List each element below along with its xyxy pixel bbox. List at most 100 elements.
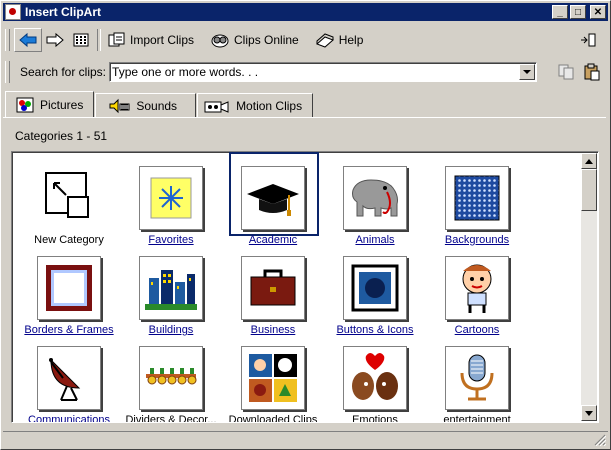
downloaded-clips-icon xyxy=(241,346,305,410)
pictures-icon xyxy=(16,97,34,112)
tab-sounds-label: Sounds xyxy=(136,98,178,113)
clips-online-button[interactable]: Clips Online xyxy=(206,28,303,52)
scroll-up-button[interactable] xyxy=(581,153,597,169)
insert-clipart-window: Insert ClipArt _ □ ✕ Import Clips Clips … xyxy=(0,0,611,450)
category-label: Academic xyxy=(248,234,298,246)
forward-arrow-icon xyxy=(46,32,64,48)
tab-motion-clips[interactable]: Motion Clips xyxy=(197,93,314,117)
toolbar-separator xyxy=(97,29,101,51)
view-toggle-button[interactable] xyxy=(68,28,94,52)
category-buttons-icons[interactable]: Buttons & Icons xyxy=(327,246,423,336)
category-label: Buttons & Icons xyxy=(336,324,414,336)
frame-icon xyxy=(37,256,101,320)
category-favorites[interactable]: Favorites xyxy=(123,156,219,246)
category-business[interactable]: Business xyxy=(225,246,321,336)
media-tabs: Pictures Sounds Motion Clips xyxy=(5,91,314,117)
elephant-icon xyxy=(343,166,407,230)
tab-sounds[interactable]: Sounds xyxy=(95,93,197,117)
help-book-icon xyxy=(315,33,334,48)
category-backgrounds[interactable]: Backgrounds xyxy=(429,156,525,246)
chevron-down-icon xyxy=(523,69,532,74)
backgrounds-icon xyxy=(445,166,509,230)
favorites-icon xyxy=(139,166,203,230)
category-label: Backgrounds xyxy=(444,234,510,246)
maximize-button[interactable]: □ xyxy=(570,5,586,19)
help-button[interactable]: Help xyxy=(311,28,368,52)
search-dropdown-button[interactable] xyxy=(519,64,536,80)
satellite-dish-icon xyxy=(37,346,101,410)
category-label: entertainment xyxy=(443,414,511,423)
clips-online-icon xyxy=(211,34,229,48)
emotions-icon xyxy=(343,346,407,410)
category-label: Borders & Frames xyxy=(24,324,114,336)
button-icon xyxy=(343,256,407,320)
search-input[interactable] xyxy=(110,63,520,81)
clips-online-label: Clips Online xyxy=(234,33,299,47)
category-borders-frames[interactable]: Borders & Frames xyxy=(21,246,117,336)
import-clips-button[interactable]: Import Clips xyxy=(104,28,198,52)
close-button[interactable]: ✕ xyxy=(590,5,606,19)
category-entertainment[interactable]: entertainment xyxy=(429,336,525,422)
category-label: Dividers & Decor... xyxy=(125,414,217,423)
category-downloaded-clips[interactable]: Downloaded Clips xyxy=(225,336,321,422)
back-button[interactable] xyxy=(14,28,42,52)
chevron-down-icon xyxy=(585,410,593,416)
category-label: Buildings xyxy=(148,324,194,336)
category-label: Downloaded Clips xyxy=(228,414,318,423)
category-label: Business xyxy=(250,324,296,336)
change-pane-button[interactable] xyxy=(575,28,601,52)
chevron-up-icon xyxy=(585,158,593,164)
import-clips-icon xyxy=(108,32,125,47)
category-buildings[interactable]: Buildings xyxy=(123,246,219,336)
vertical-scrollbar[interactable] xyxy=(581,153,597,421)
category-label: Emotions xyxy=(352,414,398,423)
clipart-app-icon xyxy=(5,4,21,20)
help-label: Help xyxy=(338,33,364,47)
category-count: Categories 1 - 51 xyxy=(15,129,108,143)
window-title: Insert ClipArt xyxy=(25,5,102,19)
category-communications[interactable]: Communications xyxy=(21,336,117,422)
paste-button[interactable] xyxy=(579,60,605,84)
category-new[interactable]: New Category xyxy=(21,156,117,246)
import-clips-label: Import Clips xyxy=(130,33,195,47)
back-arrow-icon xyxy=(19,32,37,48)
film-camera-icon xyxy=(204,100,229,113)
scroll-down-button[interactable] xyxy=(581,405,597,421)
tab-pictures[interactable]: Pictures xyxy=(5,91,95,117)
search-grip[interactable] xyxy=(5,61,10,83)
search-bar: Search for clips: xyxy=(5,59,605,85)
title-bar[interactable]: Insert ClipArt _ □ ✕ xyxy=(3,3,608,21)
briefcase-icon xyxy=(241,256,305,320)
category-emotions[interactable]: Emotions xyxy=(327,336,423,422)
new-category-icon xyxy=(37,166,99,228)
main-toolbar: Import Clips Clips Online Help xyxy=(5,25,605,55)
minimize-button[interactable]: _ xyxy=(552,5,568,19)
copy-button[interactable] xyxy=(553,60,579,84)
cartoon-icon xyxy=(445,256,509,320)
resize-grip-icon[interactable] xyxy=(594,434,606,446)
category-gallery[interactable]: New Category Favorites Academic Animals xyxy=(11,151,599,423)
copy-icon xyxy=(558,64,574,80)
microphone-icon xyxy=(445,346,509,410)
category-label: Animals xyxy=(355,234,395,246)
grid-view-icon xyxy=(73,33,89,47)
category-academic[interactable]: Academic xyxy=(225,152,321,246)
status-bar xyxy=(3,431,608,448)
paste-icon xyxy=(584,63,600,81)
divider-icon xyxy=(139,346,203,410)
category-cartoons[interactable]: Cartoons xyxy=(429,246,525,336)
forward-button[interactable] xyxy=(42,28,68,52)
graduation-cap-icon xyxy=(241,166,305,230)
search-label: Search for clips: xyxy=(19,65,107,79)
category-dividers[interactable]: Dividers & Decor... xyxy=(123,336,219,422)
scroll-thumb[interactable] xyxy=(581,169,597,211)
toolbar-grip[interactable] xyxy=(5,29,10,51)
tab-motion-clips-label: Motion Clips xyxy=(236,98,303,113)
category-label: Cartoons xyxy=(454,324,500,336)
category-label: Favorites xyxy=(148,234,194,246)
buildings-icon xyxy=(139,256,203,320)
speaker-icon xyxy=(109,98,130,113)
pane-icon xyxy=(581,33,596,47)
category-animals[interactable]: Animals xyxy=(327,156,423,246)
search-combo[interactable] xyxy=(109,62,538,82)
